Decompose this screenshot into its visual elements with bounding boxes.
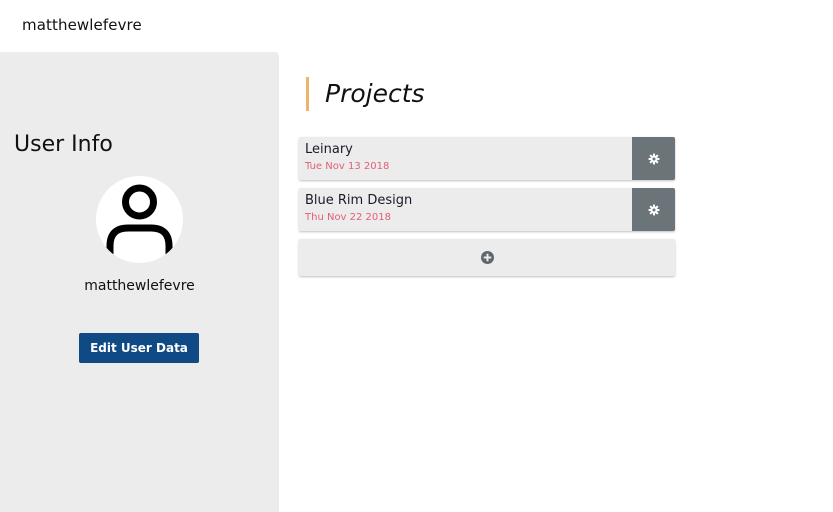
sidebar-title: User Info xyxy=(14,132,113,157)
brand-name[interactable]: matthewlefevre xyxy=(22,16,142,34)
project-card[interactable]: Blue Rim Design Thu Nov 22 2018 xyxy=(299,188,675,231)
project-name[interactable]: Blue Rim Design xyxy=(305,193,412,208)
username: matthewlefevre xyxy=(84,278,195,294)
project-settings-button[interactable] xyxy=(632,137,675,180)
project-card[interactable]: Leinary Tue Nov 13 2018 xyxy=(299,137,675,180)
gear-icon xyxy=(648,204,659,215)
add-project-button[interactable] xyxy=(299,239,675,276)
top-bar: matthewlefevre xyxy=(0,0,833,52)
project-date: Thu Nov 22 2018 xyxy=(305,212,392,223)
project-date: Tue Nov 13 2018 xyxy=(305,161,390,172)
gear-icon xyxy=(648,153,659,164)
user-info-sidebar: User Info matthewlefevre Edit User Data xyxy=(0,52,279,512)
edit-user-data-button[interactable]: Edit User Data xyxy=(79,333,199,363)
projects-heading: Projects xyxy=(306,77,425,111)
plus-circle-icon xyxy=(480,251,494,264)
project-settings-button[interactable] xyxy=(632,188,675,231)
project-name[interactable]: Leinary xyxy=(305,142,353,157)
app: matthewlefevre User Info matthewlefevre … xyxy=(0,0,833,512)
user-avatar-icon xyxy=(96,176,183,263)
